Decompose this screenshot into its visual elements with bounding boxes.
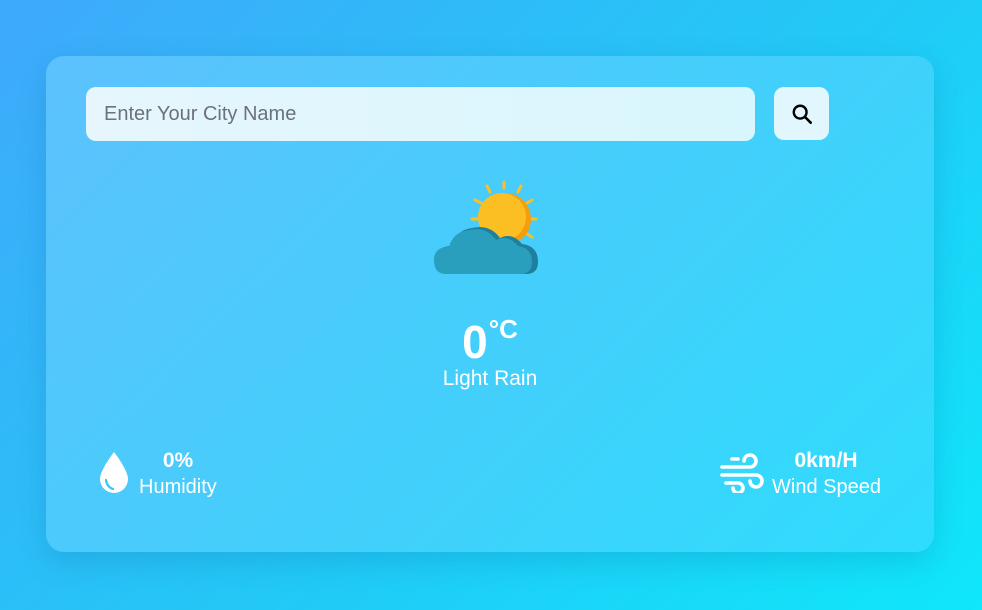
wind-icon bbox=[720, 453, 764, 493]
temperature-display: 0°C bbox=[46, 314, 934, 369]
search-icon bbox=[792, 104, 812, 124]
temperature-value: 0 bbox=[462, 316, 488, 368]
water-drop-icon bbox=[100, 452, 128, 493]
city-search-input[interactable] bbox=[86, 87, 755, 141]
weather-condition: Light Rain bbox=[442, 367, 538, 390]
humidity-value: 0% bbox=[162, 449, 194, 472]
wind-speed-value: 0km/H bbox=[794, 449, 858, 472]
partly-cloudy-icon bbox=[434, 180, 538, 274]
search-button[interactable] bbox=[774, 87, 829, 140]
wind-speed-label: Wind Speed bbox=[772, 476, 881, 498]
humidity-label: Humidity bbox=[139, 476, 217, 498]
temperature-unit: °C bbox=[488, 314, 518, 344]
weather-card: 0°C Light Rain 0% Humidity 0km/H Wind Sp… bbox=[46, 56, 934, 552]
